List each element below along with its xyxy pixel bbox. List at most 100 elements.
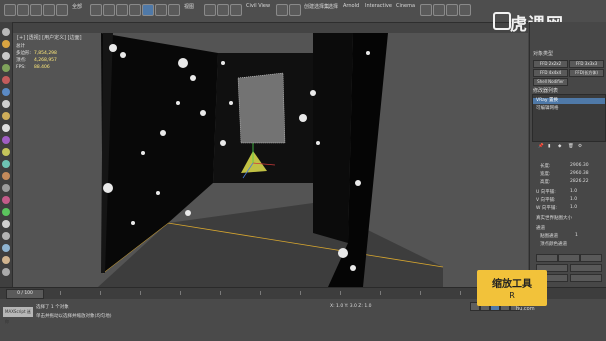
maxscript-listener[interactable]: MAXScript 迷你 (3, 307, 33, 324)
render-production-icon[interactable] (446, 4, 458, 16)
param-w-tile-label: W 向平铺: (536, 206, 557, 211)
window-crossing-icon[interactable] (129, 4, 141, 16)
channel-label: 通道 (536, 226, 545, 231)
material-icon[interactable] (2, 40, 10, 48)
redo-icon[interactable] (17, 4, 29, 16)
system-icon[interactable] (2, 136, 10, 144)
center-button[interactable] (570, 264, 602, 272)
real-world-size-checkbox[interactable]: 真实世界贴图大小 (536, 215, 572, 221)
pivot-center-icon[interactable] (204, 4, 216, 16)
light-icon[interactable] (2, 76, 10, 84)
coordinate-display[interactable]: X: 1.0 Y: 3.0 Z: 1.0 (330, 304, 372, 309)
menu-item-civil-view[interactable]: Civil View (246, 3, 270, 9)
align-y-button[interactable] (558, 254, 580, 262)
param-u-tile-value[interactable]: 1.0 (570, 189, 577, 194)
shape-icon[interactable] (2, 124, 10, 132)
modifier-stack[interactable]: VRay 置换 可编辑网格 (532, 94, 606, 142)
snap-toggle-icon[interactable] (230, 4, 242, 16)
select-and-scale-icon[interactable] (168, 4, 180, 16)
render-frame-icon[interactable] (433, 4, 445, 16)
stat-row: 总计 (16, 43, 57, 50)
bone-icon[interactable] (2, 172, 10, 180)
vertex-color-channel-radio[interactable]: 顶点颜色通道 (540, 241, 567, 247)
brand-logo-icon (493, 12, 511, 30)
selection-filter-dropdown[interactable]: 全部 (72, 3, 82, 10)
nurbs-icon[interactable] (2, 196, 10, 204)
pin-stack-icon[interactable]: 📌 (538, 144, 544, 149)
angle-snap-icon[interactable] (276, 4, 288, 16)
view-dropdown[interactable]: 视图 (184, 3, 194, 10)
menu-item-arnold[interactable]: Arnold (343, 3, 359, 9)
map-channel-value[interactable]: 1 (575, 233, 578, 238)
param-length-value[interactable]: 2906.30 (570, 163, 589, 168)
param-w-tile-value[interactable]: 1.0 (570, 205, 577, 210)
select-and-rotate-icon[interactable] (155, 4, 167, 16)
timeline-tick (300, 291, 301, 295)
ffd-4x4x4-button[interactable]: FFD 4x4x4 (533, 69, 568, 77)
time-slider[interactable]: 0 / 100 (6, 289, 44, 299)
menu-item-interactive[interactable]: Interactive (365, 3, 392, 9)
left-tool-strip (0, 22, 13, 287)
viewport-label[interactable]: [+] [透视] [用户定义] [边面] (17, 34, 82, 41)
helper-icon[interactable] (2, 100, 10, 108)
param-width-label: 宽度: (540, 172, 551, 177)
aec-icon[interactable] (2, 244, 10, 252)
undo-icon[interactable] (4, 4, 16, 16)
camera-icon[interactable] (2, 88, 10, 96)
ffd-box-button[interactable]: FFD(长方体) (569, 69, 604, 77)
rect-selection-icon[interactable] (116, 4, 128, 16)
named-selection-set[interactable]: 创建选择集 (304, 3, 329, 10)
select-object-icon[interactable] (90, 4, 102, 16)
scene-explorer-icon[interactable] (2, 28, 10, 36)
select-by-name-icon[interactable] (103, 4, 115, 16)
patch-icon[interactable] (2, 184, 10, 192)
timeline-tick (340, 291, 341, 295)
percent-snap-icon[interactable] (289, 4, 301, 16)
statistics-overlay: 总计 多边形: 7,854,298 顶点: 4,268,957 FPS: 88.406 (16, 43, 57, 71)
remove-modifier-icon[interactable]: 🗑 (568, 144, 574, 149)
modifier-item[interactable]: 可编辑网格 (533, 106, 605, 112)
menu-item-select[interactable]: 选择 (328, 3, 338, 10)
select-manipulate-icon[interactable] (217, 4, 229, 16)
compound-icon[interactable] (2, 160, 10, 168)
align-x-button[interactable] (536, 254, 558, 262)
ffd-2x2x2-button[interactable]: FFD 2x2x2 (533, 60, 568, 68)
ffd-3x3x3-button[interactable]: FFD 3x3x3 (569, 60, 604, 68)
spacewarp-icon[interactable] (2, 112, 10, 120)
render-setup-icon[interactable] (420, 4, 432, 16)
particle-icon[interactable] (2, 148, 10, 156)
normal-align-button[interactable] (570, 274, 602, 282)
geometry-icon[interactable] (2, 64, 10, 72)
perspective-viewport[interactable]: [+] [透视] [用户定义] [边面] 总计 多边形: 7,854,298 顶点… (13, 33, 528, 287)
timeline-tick (60, 291, 61, 295)
render-iterative-icon[interactable] (459, 4, 471, 16)
layer-icon[interactable] (2, 52, 10, 60)
timeline-tick (380, 291, 381, 295)
door-icon[interactable] (2, 208, 10, 216)
link-icon[interactable] (30, 4, 42, 16)
map-channel-radio[interactable]: 贴图通道 (540, 233, 558, 239)
modifier-item-selected[interactable]: VRay 置换 (533, 98, 605, 104)
param-height-value[interactable]: 2826.22 (570, 179, 589, 184)
prompt-line: 单击并拖动以选择并缩放对象(均匀地) (36, 314, 112, 319)
configure-modifier-icon[interactable]: ⚙ (578, 144, 582, 149)
mesh-icon[interactable] (2, 268, 10, 276)
timeline-tick (220, 291, 221, 295)
param-v-tile-label: V 向平铺: (536, 198, 556, 203)
param-v-tile-value[interactable]: 1.0 (570, 197, 577, 202)
stat-row: 多边形: 7,854,298 (16, 50, 57, 57)
menu-item-cinema[interactable]: Cinema (396, 3, 415, 9)
vray-icon[interactable] (2, 256, 10, 264)
select-and-move-icon[interactable] (142, 4, 154, 16)
param-width-value[interactable]: 2960.38 (570, 171, 589, 176)
make-unique-icon[interactable]: ◆ (558, 144, 561, 149)
align-z-button[interactable] (580, 254, 602, 262)
selection-status: 选择了 1 个对象 (36, 305, 69, 310)
window-icon[interactable] (2, 220, 10, 228)
shell-modifier-button[interactable]: Shell Nodifier (533, 78, 568, 86)
show-end-result-icon[interactable]: ▮ (548, 144, 550, 149)
bind-spacewarp-icon[interactable] (56, 4, 68, 16)
unlink-icon[interactable] (43, 4, 55, 16)
stairs-icon[interactable] (2, 232, 10, 240)
modifier-list-title: 修改器列表 (533, 88, 559, 94)
